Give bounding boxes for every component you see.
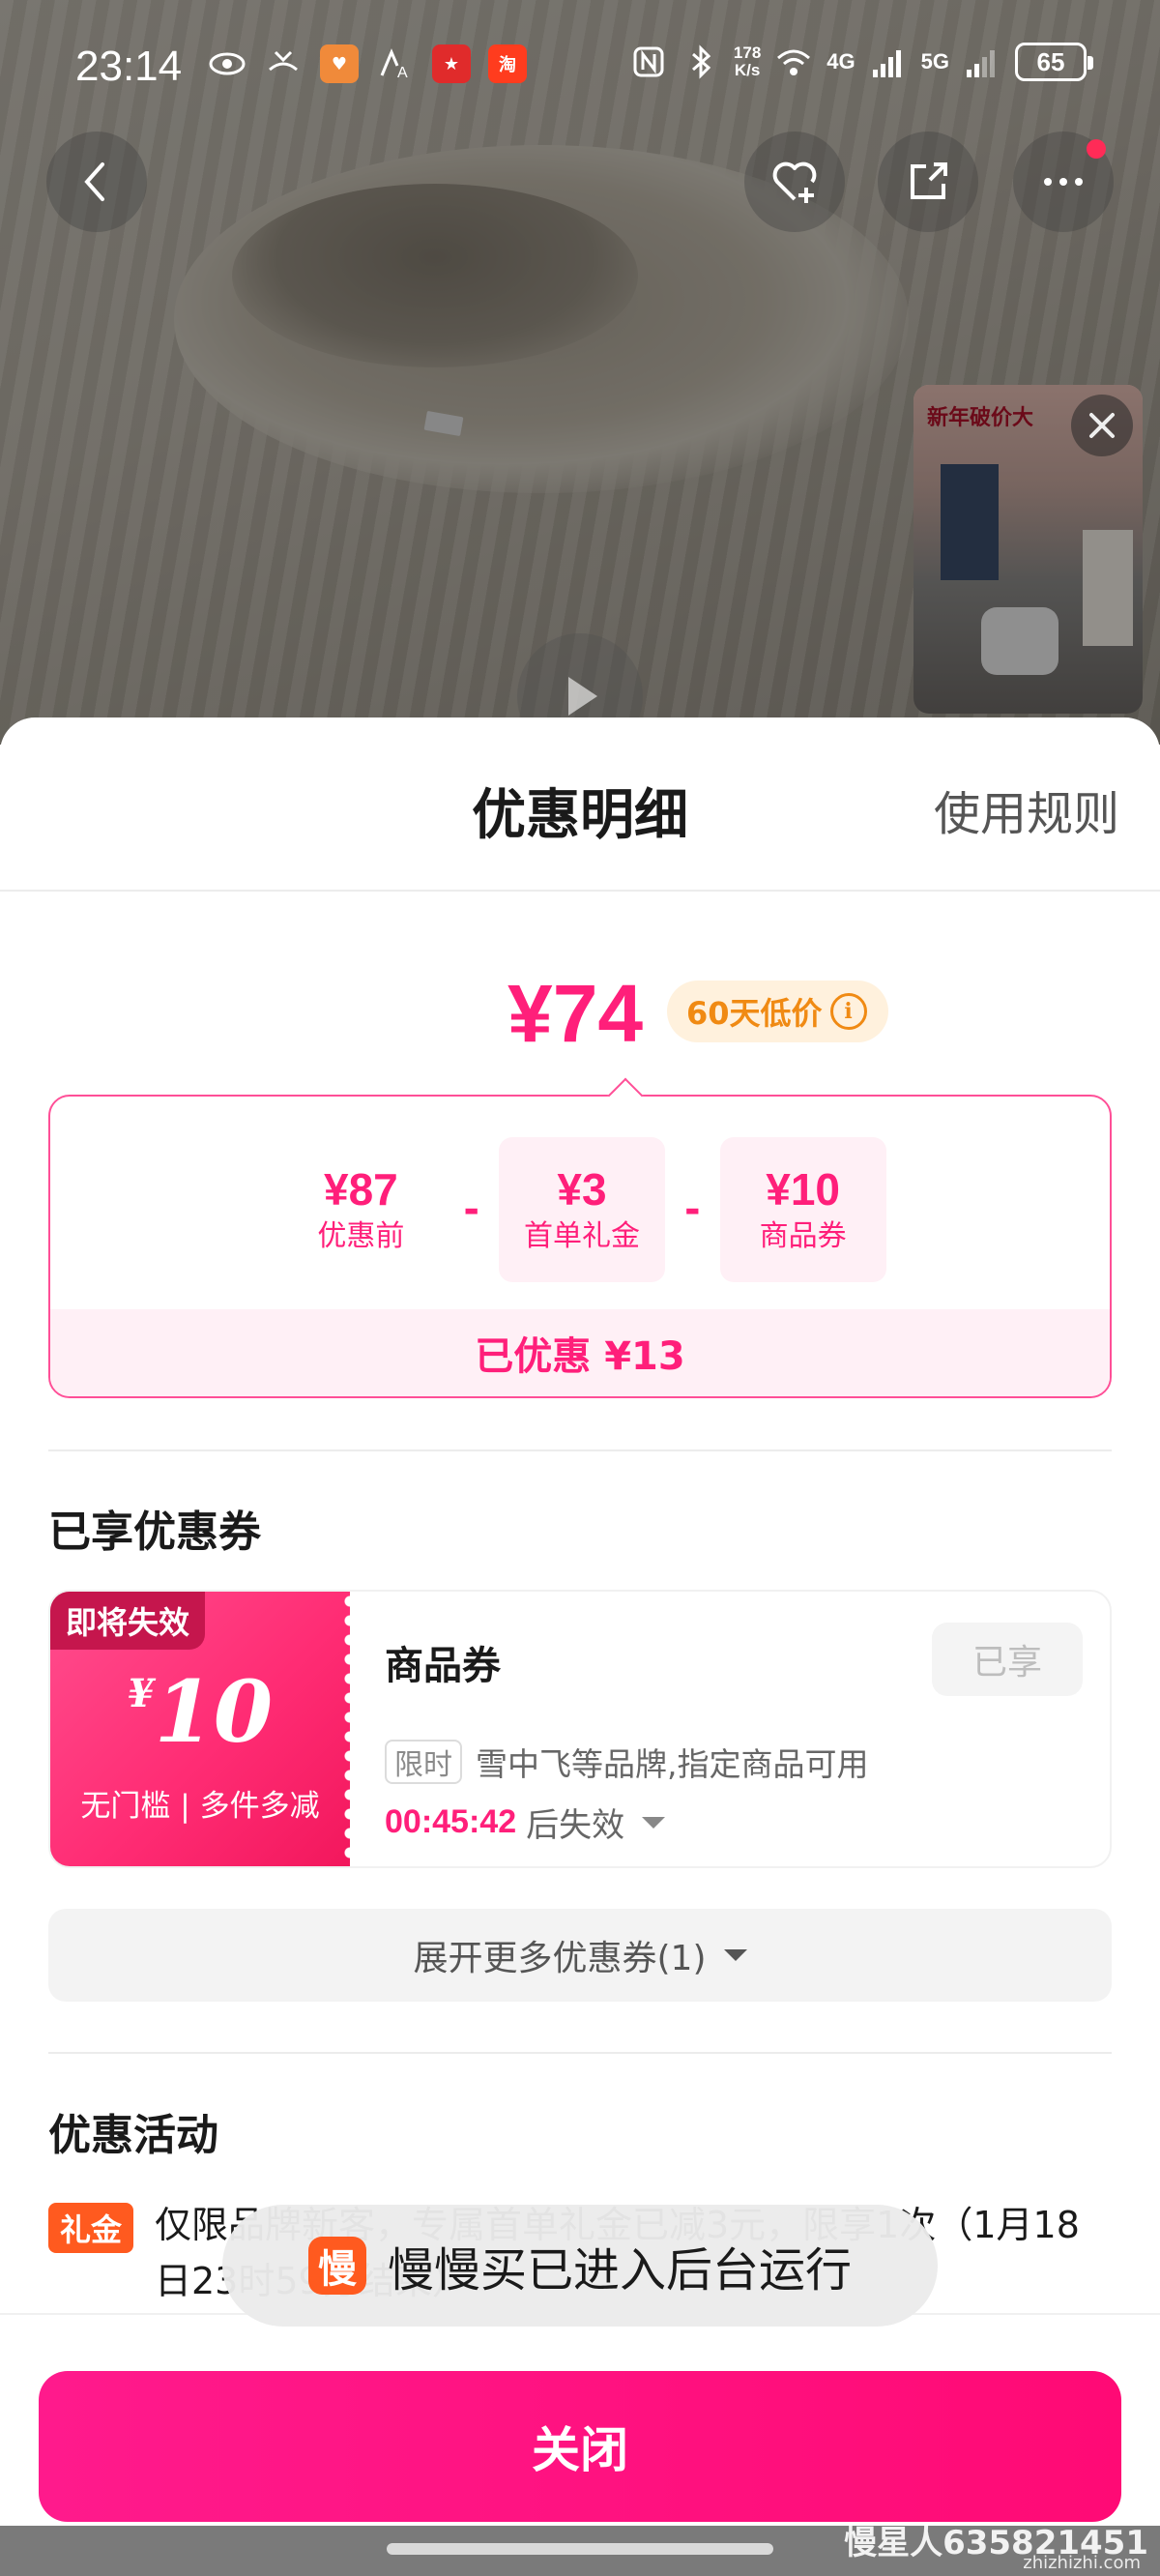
favorite-add-button[interactable] (744, 132, 845, 232)
coupon-value: ¥10 (50, 1661, 350, 1762)
breakdown-amount: ¥87 (324, 1164, 398, 1215)
activities-title: 优惠活动 (48, 2111, 218, 2160)
coupon-name: 商品券 (385, 1644, 501, 1688)
notification-dot (1087, 139, 1106, 159)
close-icon (1089, 413, 1115, 438)
status-notification-icons: ♥ A ★ 淘 (208, 44, 527, 83)
network-rate-value: 178 (733, 44, 762, 62)
manmanmai-logo-icon: 慢 (307, 2237, 366, 2295)
svg-text:A: A (397, 65, 408, 81)
signal-5g-label: 5G (920, 49, 949, 73)
back-button[interactable] (46, 132, 147, 232)
coupon-scope: 限时 雪中飞等品牌,指定商品可用 (385, 1739, 869, 1785)
favorite-add-icon (772, 161, 817, 203)
coupon-currency: ¥ (127, 1671, 155, 1716)
chevron-down-icon (642, 1816, 666, 1829)
signal-bars-weak-icon (963, 43, 1001, 81)
coupon-scope-text: 雪中飞等品牌,指定商品可用 (476, 1745, 869, 1783)
divider (48, 2052, 1112, 2054)
status-bar: 23:14 ♥ A ★ 淘 178 K/s 4G 5G 65 (0, 0, 1160, 135)
breakdown-amount: ¥10 (766, 1164, 840, 1215)
expand-more-coupons-button[interactable]: 展开更多优惠券(1) (48, 1909, 1112, 2002)
play-icon (568, 677, 597, 716)
breakdown-row: ¥87 优惠前 - ¥3 首单礼金 - ¥10 商品券 (50, 1137, 1114, 1282)
status-system-icons: 178 K/s 4G 5G 65 (629, 43, 1093, 81)
taobao-icon: 淘 (488, 44, 527, 83)
missed-call-icon (264, 44, 303, 83)
close-button[interactable]: 关闭 (39, 2371, 1121, 2522)
breakdown-label: 优惠前 (317, 1219, 405, 1253)
divider (48, 1449, 1112, 1451)
coupon-card[interactable]: 即将失效 ¥10 无门槛 | 多件多减 商品券 已享 限时 雪中飞等品牌,指定商… (48, 1590, 1112, 1868)
breakdown-label: 商品券 (759, 1219, 847, 1253)
total-saved: 已优惠 ¥13 (50, 1309, 1110, 1396)
watermark-url: zhizhizhi.com (1023, 2553, 1141, 2573)
breakdown-first-order-gift: ¥3 首单礼金 (499, 1137, 665, 1282)
breakdown-pointer (607, 1077, 644, 1114)
info-icon: i (829, 993, 867, 1030)
home-indicator[interactable] (387, 2543, 773, 2555)
toast-message: 慢慢买已进入后台运行 (387, 2243, 852, 2298)
background-running-toast: 慢 慢慢买已进入后台运行 (222, 2205, 938, 2327)
price-breakdown: ¥87 优惠前 - ¥3 首单礼金 - ¥10 商品券 已优惠 ¥13 (48, 1077, 1114, 1398)
share-icon (911, 162, 947, 199)
minus-sign: - (684, 1187, 701, 1232)
ad-close-button[interactable] (1071, 395, 1133, 456)
coupon-condition: 无门槛 | 多件多减 (80, 1789, 320, 1824)
coupon-amount: 10 (154, 1661, 274, 1762)
breakdown-amount: ¥3 (557, 1164, 607, 1215)
breakdown-product-coupon: ¥10 商品券 (719, 1137, 886, 1282)
red-app-icon: ★ (432, 44, 471, 83)
usage-rules-link[interactable]: 使用规则 (934, 776, 1119, 843)
expand-more-coupons-label: 展开更多优惠券(1) (413, 1939, 707, 1978)
coupon-countdown: 00:45:42 (385, 1803, 517, 1840)
share-button[interactable] (878, 132, 978, 232)
back-icon (84, 162, 104, 201)
gift-money-tag: 礼金 (48, 2203, 134, 2253)
low-price-badge[interactable]: 60天低价 i (667, 981, 888, 1042)
breakdown-original-price: ¥87 优惠前 (277, 1137, 444, 1282)
coupon-countdown-suffix: 后失效 (526, 1806, 625, 1845)
coupon-expiry-toggle[interactable]: 00:45:42 后失效 (385, 1799, 666, 1846)
heart-app-icon: ♥ (320, 44, 359, 83)
chevron-down-icon (723, 1949, 747, 1961)
sheet-header: 优惠明细 使用规则 (0, 717, 1160, 892)
font-icon: A (376, 44, 415, 83)
enjoyed-coupons-title: 已享优惠券 (48, 1508, 261, 1557)
low-price-badge-label: 60天低价 (686, 995, 823, 1032)
coupon-value-panel: 即将失效 ¥10 无门槛 | 多件多减 (50, 1592, 356, 1866)
expiring-tag: 即将失效 (50, 1592, 206, 1650)
signal-bars-icon (869, 43, 908, 81)
minus-sign: - (463, 1187, 479, 1232)
network-rate-unit: K/s (734, 61, 761, 79)
coupon-status-button[interactable]: 已享 (932, 1623, 1083, 1696)
eye-icon (208, 44, 246, 83)
network-rate: 178 K/s (734, 44, 761, 79)
wifi-icon (774, 43, 813, 81)
limited-time-tag: 限时 (385, 1740, 462, 1784)
battery-indicator: 65 (1015, 43, 1093, 81)
more-icon (1044, 178, 1083, 186)
nfc-icon (629, 43, 668, 81)
status-time: 23:14 (75, 43, 183, 90)
final-price: ¥74 (508, 968, 644, 1059)
breakdown-label: 首单礼金 (524, 1219, 640, 1253)
signal-4g-label: 4G (826, 49, 856, 73)
bluetooth-icon (682, 43, 720, 81)
